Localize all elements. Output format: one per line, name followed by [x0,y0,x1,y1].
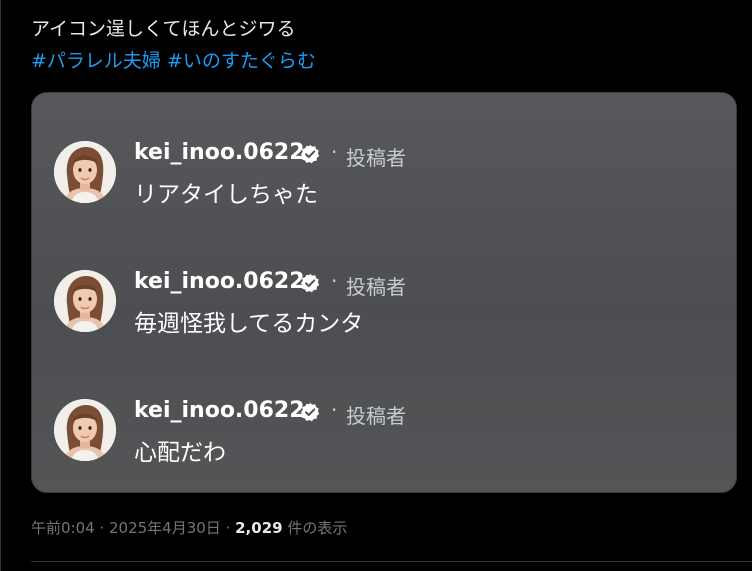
comment-username: kei_inoo.0622 [134,269,305,294]
hashtag-link[interactable]: #いのすたぐらむ [167,50,316,72]
meta-separator: · [220,519,236,537]
verified-badge-icon [300,144,320,164]
action-bar-divider [31,561,752,562]
comment-text: 心配だわ [134,440,226,466]
hashtag-link[interactable]: #パラレル夫婦 [31,50,161,72]
view-count[interactable]: 2,029 [235,519,282,537]
tweet-text: アイコン逞しくてほんとジワる #パラレル夫婦 #いのすたぐらむ [31,13,316,77]
timeline-divider [0,0,1,571]
separator-dot: · [331,269,338,293]
author-label: 投稿者 [346,404,406,428]
meta-separator: · [94,519,109,537]
author-label: 投稿者 [346,146,406,170]
comment-item: kei_inoo.0622 · 投稿者 リアタイしちゃた [32,93,736,208]
attached-image[interactable]: kei_inoo.0622 · 投稿者 リアタイしちゃた kei_inoo.06… [31,92,737,493]
comment-text: 毎週怪我してるカンタ [134,311,364,337]
comment-item: kei_inoo.0622 · 投稿者 毎週怪我してるカンタ [32,222,736,337]
tweet-date[interactable]: 2025年4月30日 [109,519,221,537]
tweet-meta: 午前0:04 · 2025年4月30日 · 2,029 件の表示 [31,517,347,538]
author-label: 投稿者 [346,275,406,299]
separator-dot: · [331,398,338,422]
verified-badge-icon [300,402,320,422]
view-label: 件の表示 [282,519,348,537]
comment-text: リアタイしちゃた [134,182,318,208]
avatar [54,399,116,461]
hashtag-line: #パラレル夫婦 #いのすたぐらむ [31,45,316,77]
avatar [54,141,116,203]
verified-badge-icon [300,273,320,293]
avatar [54,270,116,332]
tweet-time[interactable]: 午前0:04 [31,519,95,537]
separator-dot: · [331,140,338,164]
tweet-body: アイコン逞しくてほんとジワる [31,18,296,40]
comment-username: kei_inoo.0622 [134,398,305,423]
comment-item: kei_inoo.0622 · 投稿者 心配だわ [32,351,736,466]
comment-username: kei_inoo.0622 [134,140,305,165]
